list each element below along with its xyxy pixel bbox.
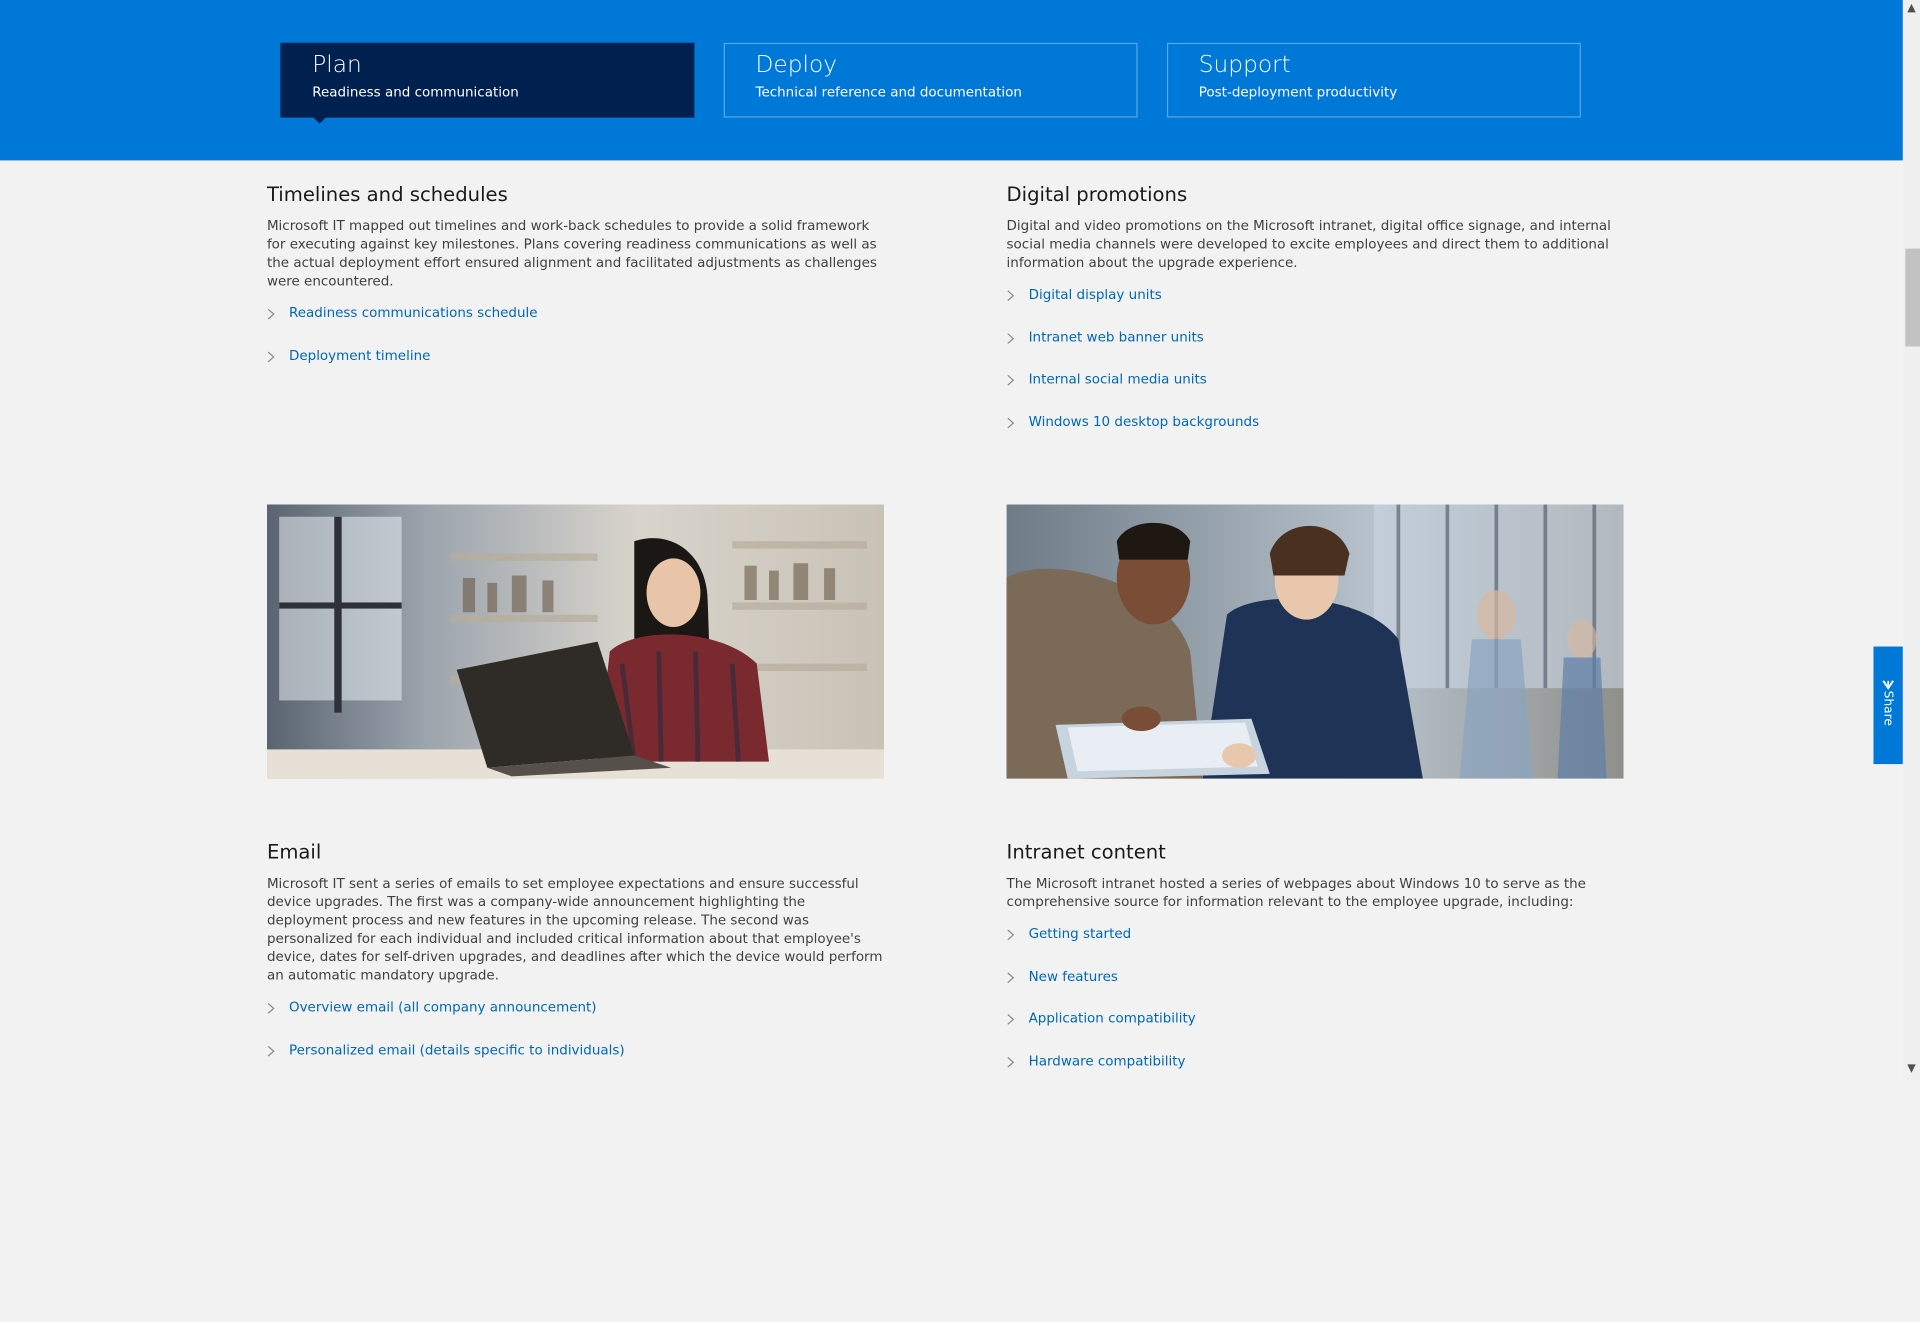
chevron-right-icon — [267, 1003, 279, 1015]
section-email: Email Microsoft IT sent a series of emai… — [267, 840, 884, 1084]
tab-title: Deploy — [755, 51, 837, 79]
chevron-right-icon — [1007, 971, 1019, 984]
section-heading: Timelines and schedules — [266, 182, 508, 206]
link-getting-started[interactable]: Getting started — [1007, 926, 1624, 968]
section-heading: Email — [266, 840, 322, 864]
link-personalized-email[interactable]: Personalized email (details specific to … — [267, 1041, 884, 1083]
section-heading: Intranet content — [1006, 840, 1166, 864]
tab-subtitle: Post-deployment productivity — [1198, 84, 1398, 101]
section-timelines: Timelines and schedules Microsoft IT map… — [267, 182, 884, 389]
link-readiness-schedule[interactable]: Readiness communications schedule — [267, 305, 884, 347]
chevron-right-icon — [1007, 1014, 1019, 1026]
tab-deploy[interactable]: Deploy Technical reference and documenta… — [723, 42, 1138, 118]
link-label: Readiness communications schedule — [288, 304, 538, 321]
tab-subtitle: Readiness and communication — [312, 84, 519, 101]
scrollbar-track[interactable] — [1902, 0, 1920, 1081]
photo-colleagues-tablet — [1006, 504, 1624, 779]
section-body: Microsoft IT mapped out timelines and wo… — [266, 217, 877, 289]
chevron-right-icon — [1007, 332, 1019, 344]
chevron-right-icon — [267, 350, 279, 363]
chevron-right-icon — [1007, 290, 1019, 302]
section-body: Microsoft IT sent a series of emails to … — [266, 875, 883, 984]
link-label: Internal social media units — [1028, 371, 1207, 387]
link-label: Personalized email (details specific to … — [288, 1041, 625, 1058]
link-list: Readiness communications schedule Deploy… — [267, 305, 884, 389]
scroll-down-arrow-icon[interactable]: ▼ — [1903, 1060, 1920, 1077]
link-list: Digital display units Intranet web banne… — [1007, 287, 1624, 456]
scroll-up-arrow-icon[interactable]: ▲ — [1903, 0, 1920, 17]
link-list: Overview email (all company announcement… — [267, 999, 884, 1083]
chevron-right-icon — [1007, 374, 1019, 387]
section-body: The Microsoft intranet hosted a series o… — [1006, 875, 1586, 910]
share-icon — [1882, 680, 1894, 690]
link-hardware-compatibility[interactable]: Hardware compatibility — [1007, 1052, 1624, 1094]
link-application-compatibility[interactable]: Application compatibility — [1007, 1010, 1624, 1052]
link-label: Overview email (all company announcement… — [288, 999, 597, 1016]
link-deployment-timeline[interactable]: Deployment timeline — [267, 347, 884, 389]
link-desktop-backgrounds[interactable]: Windows 10 desktop backgrounds — [1007, 413, 1624, 455]
link-label: Digital display units — [1028, 286, 1162, 303]
link-intranet-web-banner[interactable]: Intranet web banner units — [1007, 329, 1624, 371]
tab-title: Support — [1198, 51, 1291, 79]
chevron-right-icon — [1007, 1056, 1019, 1068]
section-body: Digital and video promotions on the Micr… — [1006, 217, 1611, 271]
tab-subtitle: Technical reference and documentation — [755, 84, 1022, 101]
link-label: Windows 10 desktop backgrounds — [1028, 413, 1260, 430]
link-digital-display-units[interactable]: Digital display units — [1007, 287, 1624, 329]
chevron-right-icon — [1007, 929, 1019, 941]
link-label: Intranet web banner units — [1028, 328, 1204, 345]
tab-title: Plan — [312, 51, 362, 79]
share-label: Share — [1880, 690, 1895, 726]
link-overview-email[interactable]: Overview email (all company announcement… — [267, 999, 884, 1041]
tab-support[interactable]: Support Post-deployment productivity — [1166, 42, 1581, 118]
chevron-right-icon — [1007, 417, 1019, 429]
link-label: Hardware compatibility — [1028, 1052, 1186, 1069]
tab-plan[interactable]: Plan Readiness and communication — [280, 42, 695, 124]
link-internal-social-media[interactable]: Internal social media units — [1007, 371, 1624, 413]
link-new-features[interactable]: New features — [1007, 968, 1624, 1010]
link-label: Getting started — [1028, 925, 1132, 942]
section-intranet-content: Intranet content The Microsoft intranet … — [1007, 840, 1624, 1095]
chevron-right-icon — [267, 1045, 279, 1057]
chevron-right-icon — [267, 308, 279, 321]
link-list: Getting started New features Application… — [1007, 926, 1624, 1095]
link-label: Application compatibility — [1028, 1010, 1196, 1027]
share-button[interactable]: Share — [1873, 646, 1903, 765]
link-label: New features — [1028, 967, 1118, 984]
hero-banner: Plan Readiness and communication Deploy … — [0, 0, 1903, 161]
scrollbar-thumb[interactable] — [1905, 248, 1920, 347]
link-label: Deployment timeline — [288, 347, 431, 364]
section-heading: Digital promotions — [1006, 182, 1188, 206]
section-digital-promotions: Digital promotions Digital and video pro… — [1007, 182, 1624, 455]
photo-woman-laptop — [266, 504, 885, 779]
